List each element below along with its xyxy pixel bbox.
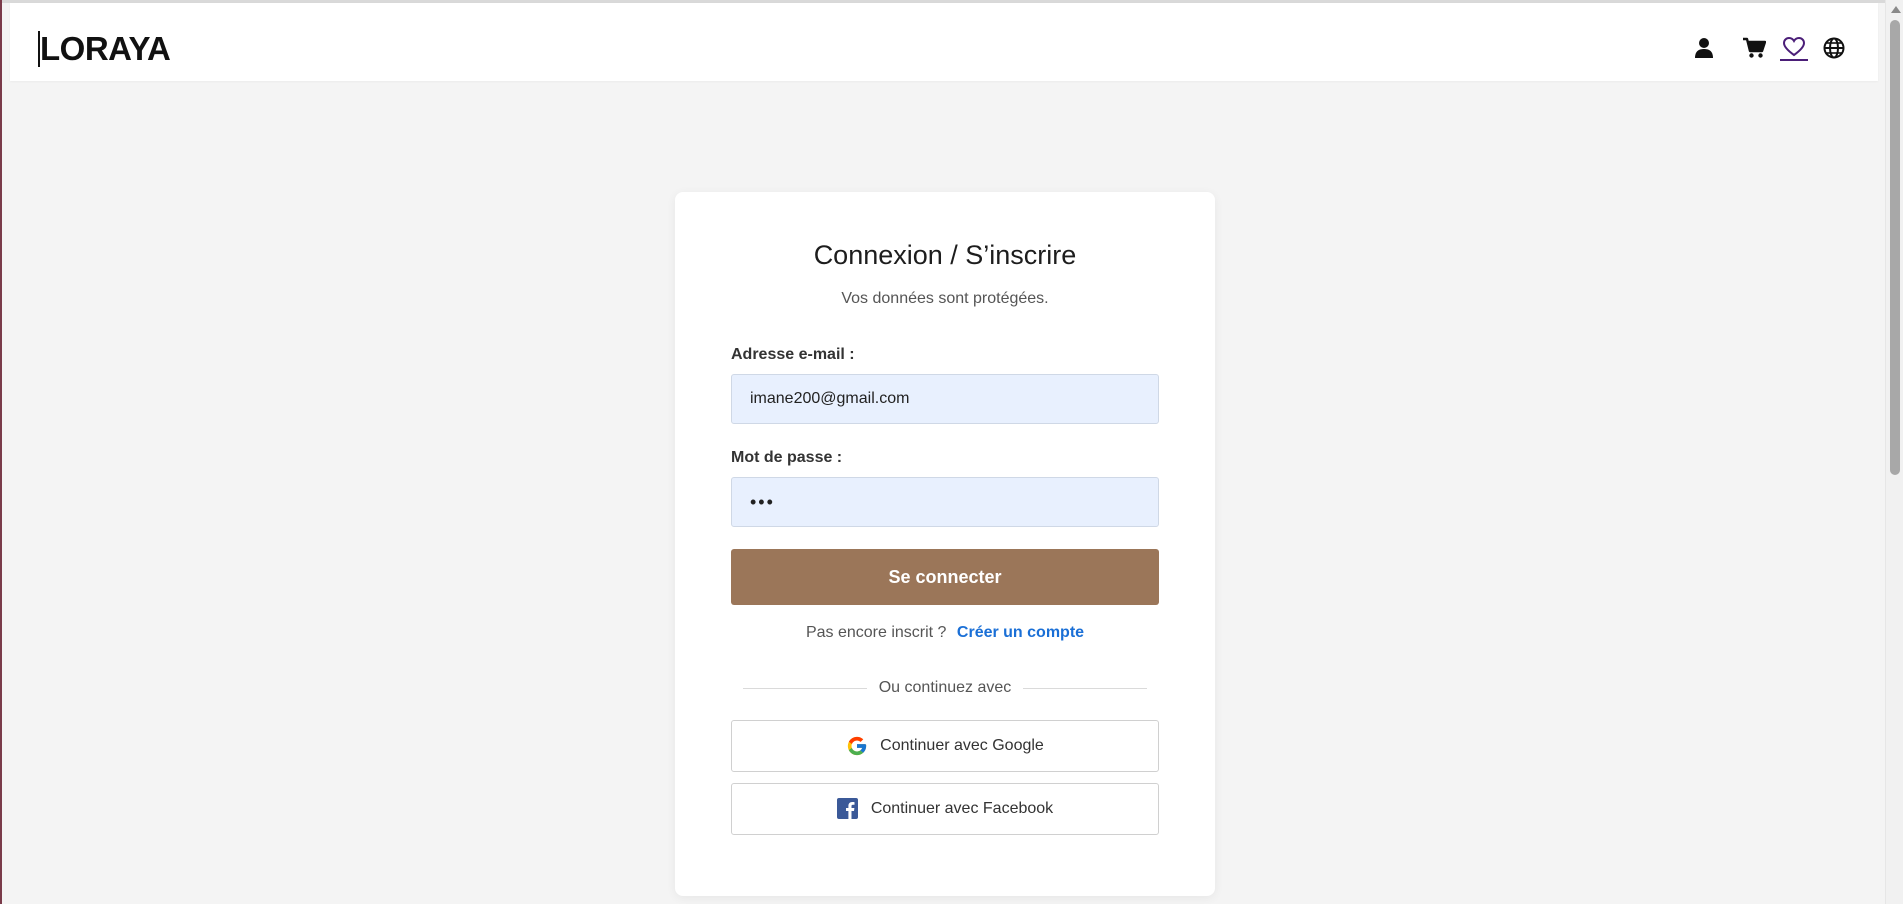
password-label: Mot de passe :: [731, 449, 843, 466]
cart-icon[interactable]: [1740, 34, 1768, 62]
facebook-button-label: Continuer avec Facebook: [870, 800, 1054, 817]
login-subtitle: Vos données sont protégées.: [841, 290, 1049, 307]
header-icons: [1690, 33, 1848, 63]
site-header: LORAYA: [10, 3, 1878, 81]
scroll-up-arrow-icon[interactable]: [1891, 6, 1901, 13]
google-login-button[interactable]: Continuer avec Google: [731, 720, 1159, 772]
login-button[interactable]: Se connecter: [731, 549, 1159, 605]
scrollbar-thumb[interactable]: [1890, 20, 1900, 475]
login-title: Connexion / S’inscrire: [813, 240, 1077, 270]
divider-line-left: [743, 687, 867, 689]
heart-icon[interactable]: [1780, 35, 1808, 61]
login-card: Connexion / S’inscrire Vos données sont …: [675, 192, 1215, 896]
google-button-label: Continuer avec Google: [880, 737, 1044, 754]
site-logo[interactable]: LORAYA: [38, 31, 171, 67]
divider-line-right: [1023, 687, 1147, 689]
divider-text: Ou continuez avec: [878, 679, 1012, 696]
google-icon: [846, 735, 868, 757]
globe-icon[interactable]: [1820, 34, 1848, 62]
facebook-login-button[interactable]: Continuer avec Facebook: [731, 783, 1159, 835]
facebook-icon: [836, 798, 859, 820]
user-icon[interactable]: [1690, 34, 1718, 62]
signup-row: Pas encore inscrit ? Créer un compte: [675, 624, 1215, 642]
create-account-link[interactable]: Créer un compte: [957, 624, 1084, 641]
email-label: Adresse e-mail :: [731, 346, 855, 363]
password-field[interactable]: •••: [731, 477, 1159, 527]
email-field[interactable]: imane200@gmail.com: [731, 374, 1159, 424]
window-left-edge: [0, 0, 2, 904]
social-divider: Ou continuez avec: [743, 678, 1147, 698]
page-scrollbar[interactable]: [1885, 0, 1903, 904]
signup-prompt: Pas encore inscrit ?: [805, 624, 947, 641]
